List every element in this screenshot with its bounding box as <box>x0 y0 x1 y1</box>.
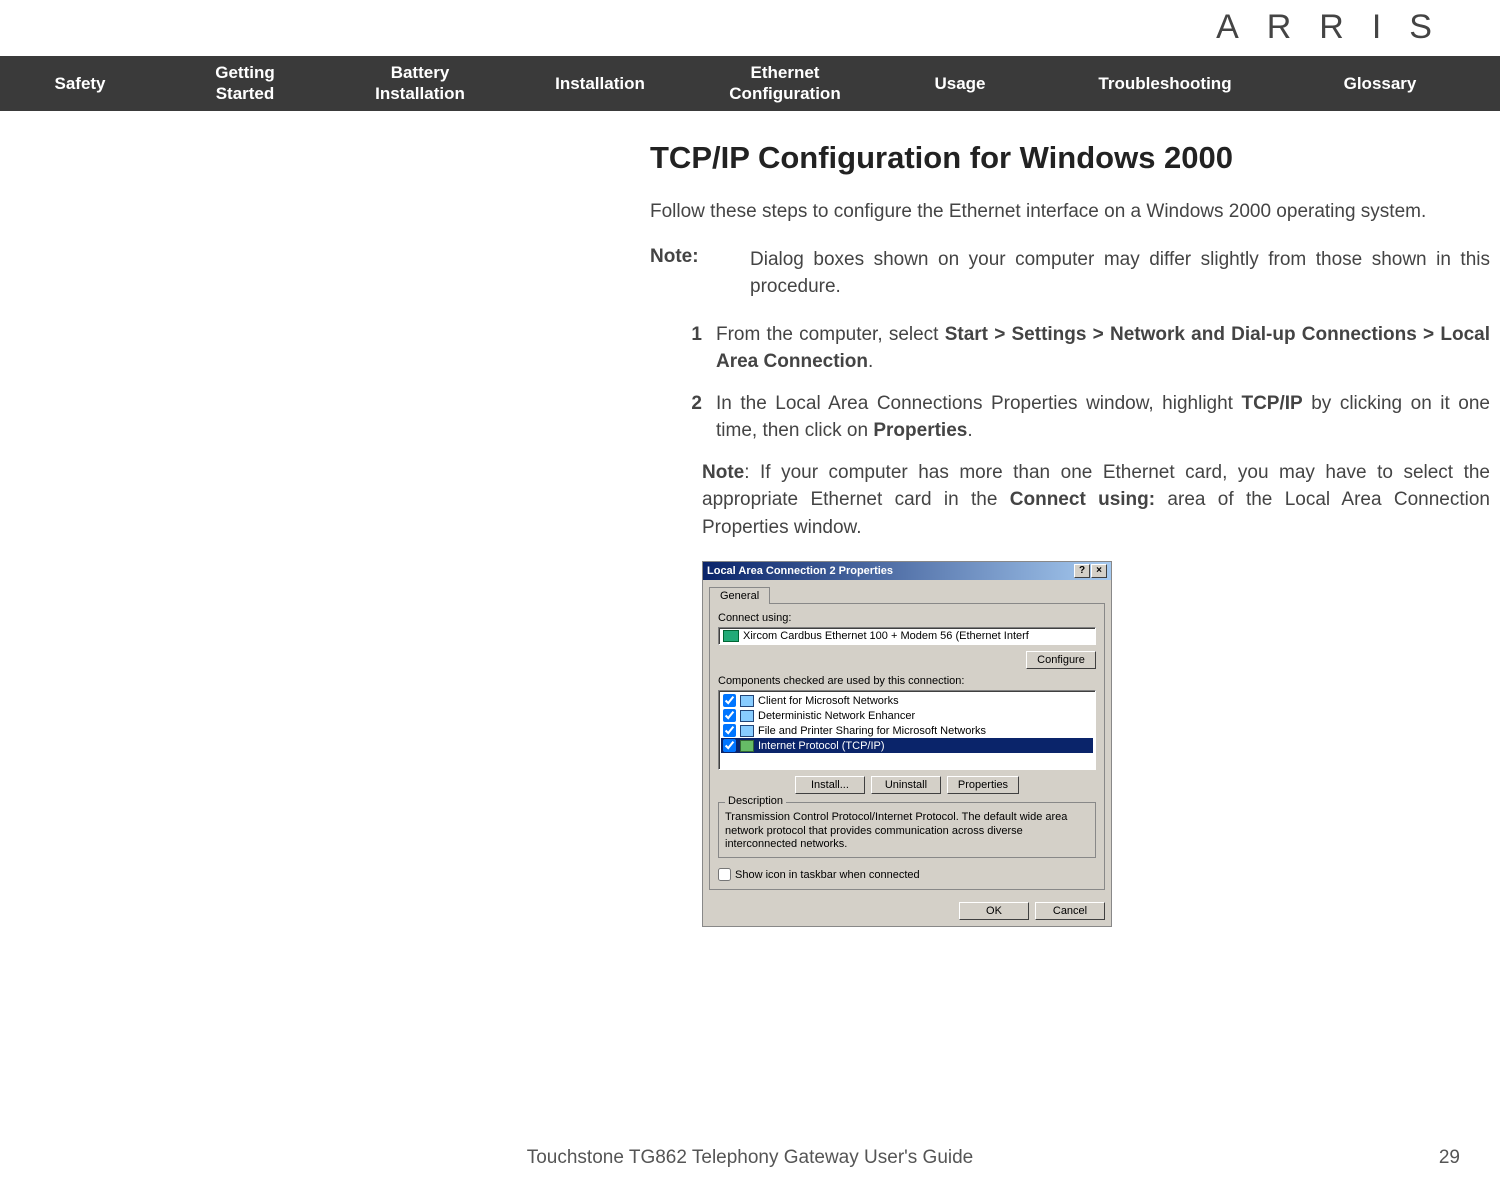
service-icon <box>740 710 754 722</box>
component-item-2[interactable]: File and Printer Sharing for Microsoft N… <box>721 723 1093 738</box>
component-item-3[interactable]: Internet Protocol (TCP/IP) <box>721 738 1093 753</box>
step-1-post: . <box>868 351 873 372</box>
show-icon-checkbox[interactable] <box>718 868 731 881</box>
steps-list: 1 From the computer, select Start > Sett… <box>680 321 1490 445</box>
step-2-post: . <box>967 420 972 441</box>
top-nav: Safety Getting Started Battery Installat… <box>0 56 1500 111</box>
intro-text: Follow these steps to configure the Ethe… <box>650 198 1490 226</box>
description-group: Description Transmission Control Protoco… <box>718 802 1096 858</box>
share-icon <box>740 725 754 737</box>
nav-ethernet-label: Ethernet Configuration <box>729 63 840 103</box>
component-checkbox-0[interactable] <box>723 694 736 707</box>
ok-button[interactable]: OK <box>959 902 1029 920</box>
page-heading: TCP/IP Configuration for Windows 2000 <box>650 140 1490 176</box>
tab-general[interactable]: General <box>709 587 770 604</box>
page-number: 29 <box>1439 1147 1460 1169</box>
step-1: 1 From the computer, select Start > Sett… <box>680 321 1490 376</box>
component-label-0: Client for Microsoft Networks <box>758 695 899 707</box>
description-text: Transmission Control Protocol/Internet P… <box>725 811 1089 851</box>
sub-note-bold: Connect using: <box>1010 489 1155 510</box>
nav-usage[interactable]: Usage <box>880 73 1040 94</box>
step-2-number: 2 <box>680 390 716 445</box>
sub-note: Note: If your computer has more than one… <box>702 459 1490 542</box>
tab-panel: Connect using: Xircom Cardbus Ethernet 1… <box>709 603 1105 890</box>
client-icon <box>740 695 754 707</box>
component-checkbox-3[interactable] <box>723 739 736 752</box>
step-2: 2 In the Local Area Connections Properti… <box>680 390 1490 445</box>
components-label: Components checked are used by this conn… <box>718 675 1096 687</box>
main-content: TCP/IP Configuration for Windows 2000 Fo… <box>650 140 1490 927</box>
step-1-pre: From the computer, select <box>716 324 945 345</box>
step-2-body: In the Local Area Connections Properties… <box>716 390 1490 445</box>
footer-text: Touchstone TG862 Telephony Gateway User'… <box>0 1147 1500 1169</box>
description-label: Description <box>725 795 786 807</box>
adapter-field[interactable]: Xircom Cardbus Ethernet 100 + Modem 56 (… <box>718 627 1096 645</box>
configure-button[interactable]: Configure <box>1026 651 1096 669</box>
step-1-body: From the computer, select Start > Settin… <box>716 321 1490 376</box>
cancel-button[interactable]: Cancel <box>1035 902 1105 920</box>
nav-getting-started[interactable]: Getting Started <box>160 62 330 105</box>
component-label-1: Deterministic Network Enhancer <box>758 710 915 722</box>
note-label: Note: <box>650 246 750 301</box>
components-list[interactable]: Client for Microsoft Networks Determinis… <box>718 690 1096 770</box>
note-body: Dialog boxes shown on your computer may … <box>750 246 1490 301</box>
show-icon-row[interactable]: Show icon in taskbar when connected <box>718 868 1096 881</box>
properties-dialog: Local Area Connection 2 Properties ? × G… <box>702 561 1112 927</box>
step-2-bold1: TCP/IP <box>1241 393 1302 414</box>
nav-troubleshooting[interactable]: Troubleshooting <box>1040 73 1290 94</box>
step-1-number: 1 <box>680 321 716 376</box>
component-checkbox-2[interactable] <box>723 724 736 737</box>
connect-using-label: Connect using: <box>718 612 1096 624</box>
step-2-bold2: Properties <box>873 420 967 441</box>
nav-ethernet-configuration[interactable]: Ethernet Configuration <box>690 62 880 105</box>
help-button[interactable]: ? <box>1074 564 1090 578</box>
protocol-icon <box>740 740 754 752</box>
dialog-titlebar: Local Area Connection 2 Properties ? × <box>703 562 1111 580</box>
note-block: Note: Dialog boxes shown on your compute… <box>650 246 1490 301</box>
adapter-name: Xircom Cardbus Ethernet 100 + Modem 56 (… <box>743 630 1029 642</box>
show-icon-label: Show icon in taskbar when connected <box>735 869 920 881</box>
nav-safety[interactable]: Safety <box>0 73 160 94</box>
component-item-1[interactable]: Deterministic Network Enhancer <box>721 708 1093 723</box>
uninstall-button[interactable]: Uninstall <box>871 776 941 794</box>
nav-getting-started-label: Getting Started <box>215 63 275 103</box>
brand-logo: ARRIS <box>1216 8 1460 47</box>
install-button[interactable]: Install... <box>795 776 865 794</box>
properties-button[interactable]: Properties <box>947 776 1019 794</box>
sub-note-label: Note <box>702 462 744 483</box>
tab-strip: General <box>703 580 1111 603</box>
nav-battery-label: Battery Installation <box>375 63 465 103</box>
component-label-2: File and Printer Sharing for Microsoft N… <box>758 725 986 737</box>
nic-icon <box>723 630 739 642</box>
nav-installation[interactable]: Installation <box>510 73 690 94</box>
step-2-pre: In the Local Area Connections Properties… <box>716 393 1241 414</box>
dialog-bottom-buttons: OK Cancel <box>703 896 1111 926</box>
component-checkbox-1[interactable] <box>723 709 736 722</box>
component-label-3: Internet Protocol (TCP/IP) <box>758 740 885 752</box>
component-item-0[interactable]: Client for Microsoft Networks <box>721 693 1093 708</box>
dialog-title: Local Area Connection 2 Properties <box>707 565 893 577</box>
nav-battery-installation[interactable]: Battery Installation <box>330 62 510 105</box>
nav-glossary[interactable]: Glossary <box>1290 73 1470 94</box>
titlebar-buttons: ? × <box>1074 564 1107 578</box>
close-button[interactable]: × <box>1091 564 1107 578</box>
